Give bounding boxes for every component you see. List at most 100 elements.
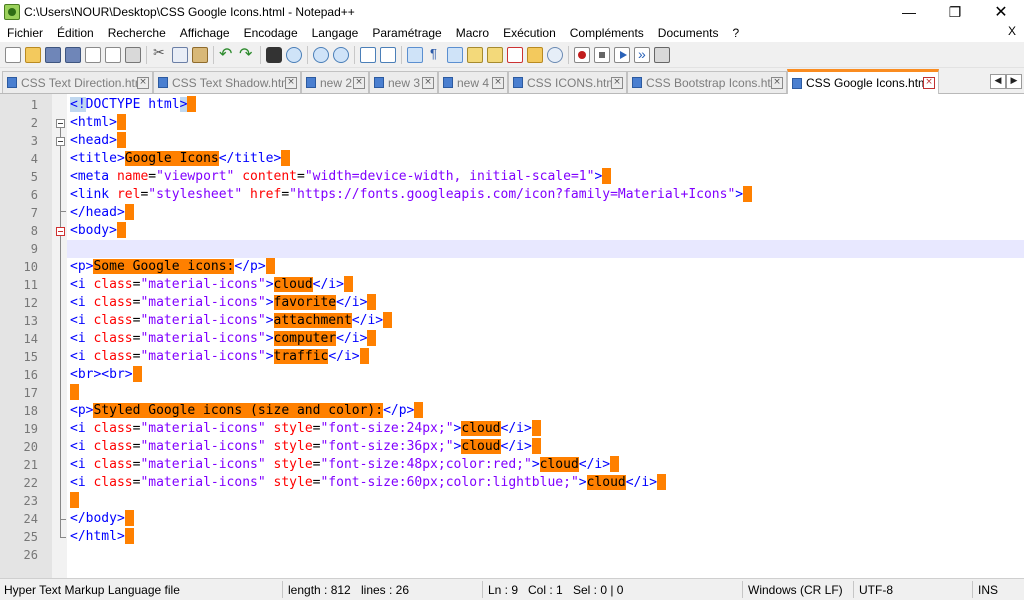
copy-icon[interactable] bbox=[172, 46, 188, 63]
open-file-icon[interactable] bbox=[25, 46, 41, 63]
save-icon[interactable] bbox=[45, 46, 61, 63]
close-icon[interactable] bbox=[85, 46, 101, 63]
menu-execution[interactable]: Exécution bbox=[496, 26, 563, 40]
tab-scroll-right-button[interactable]: ▶ bbox=[1006, 74, 1022, 89]
menu-langage[interactable]: Langage bbox=[305, 26, 366, 40]
find-icon[interactable] bbox=[266, 46, 282, 63]
status-language: Hyper Text Markup Language file bbox=[4, 583, 180, 597]
record-macro-icon[interactable] bbox=[574, 46, 590, 63]
code-line: <br><br> bbox=[67, 365, 1024, 384]
line-number: 5 bbox=[30, 170, 38, 184]
paste-icon[interactable] bbox=[192, 46, 208, 63]
menu-macro[interactable]: Macro bbox=[449, 26, 496, 40]
sync-vertical-icon[interactable] bbox=[360, 46, 376, 63]
tab-close-icon[interactable]: × bbox=[353, 76, 365, 89]
zoom-in-icon[interactable] bbox=[313, 46, 329, 63]
tab-close-icon[interactable]: × bbox=[771, 76, 783, 89]
word-wrap-icon[interactable] bbox=[407, 46, 423, 63]
replace-icon[interactable] bbox=[286, 46, 302, 63]
line-number: 10 bbox=[23, 260, 38, 274]
user-language-icon[interactable] bbox=[467, 46, 483, 63]
status-insert-mode: INS bbox=[978, 583, 999, 597]
editor[interactable]: 1 2 3 4 5 6 7 8 9 10 11 12 13 14 15 16 1… bbox=[0, 94, 1024, 578]
code-line: <i class="material-icons" style="font-si… bbox=[67, 473, 1024, 492]
close-document-button[interactable]: X bbox=[1008, 24, 1016, 38]
save-all-icon[interactable] bbox=[65, 46, 81, 63]
line-number: 1 bbox=[30, 98, 38, 112]
status-separator bbox=[742, 581, 743, 598]
tab-css-bootstrap-icons[interactable]: CSS Bootstrap Icons.html × bbox=[627, 71, 787, 93]
cut-icon[interactable] bbox=[152, 45, 168, 63]
folder-workspace-icon[interactable] bbox=[527, 46, 543, 63]
tab-close-icon[interactable]: × bbox=[422, 76, 434, 89]
menu-fichier[interactable]: Fichier bbox=[0, 26, 50, 40]
notepadpp-app-icon bbox=[4, 4, 20, 20]
line-number: 26 bbox=[23, 548, 38, 562]
menu-help[interactable]: ? bbox=[726, 26, 747, 40]
menu-edition[interactable]: Édition bbox=[50, 26, 101, 40]
line-number: 3 bbox=[30, 134, 38, 148]
tab-close-icon[interactable]: × bbox=[285, 76, 297, 89]
toolbar-separator bbox=[568, 45, 569, 64]
code-line: <p>Styled Google icons (size and color):… bbox=[67, 401, 1024, 420]
maximize-button[interactable]: ❐ bbox=[932, 0, 978, 24]
minimize-button[interactable]: — bbox=[886, 0, 932, 24]
line-number: 16 bbox=[23, 368, 38, 382]
code-area[interactable]: <!DOCTYPE html> <html> <head> <title>Goo… bbox=[67, 94, 1024, 578]
indent-guide-icon[interactable] bbox=[447, 46, 463, 63]
fold-guide bbox=[60, 537, 66, 538]
undo-icon[interactable] bbox=[219, 44, 235, 63]
save-macro-icon[interactable] bbox=[654, 46, 670, 63]
tab-new-2[interactable]: new 2 × bbox=[301, 71, 369, 93]
sync-horizontal-icon[interactable] bbox=[380, 46, 396, 63]
status-length: length : 812 bbox=[288, 583, 351, 597]
play-macro-icon[interactable] bbox=[614, 46, 630, 63]
code-line: <head> bbox=[67, 131, 1024, 150]
run-macro-multiple-icon[interactable] bbox=[634, 46, 650, 63]
show-all-chars-icon[interactable] bbox=[427, 46, 443, 63]
tab-close-icon[interactable]: × bbox=[137, 76, 149, 89]
monitoring-icon[interactable] bbox=[547, 46, 563, 63]
redo-icon[interactable] bbox=[239, 44, 255, 63]
code-line: </html> bbox=[67, 527, 1024, 546]
file-icon bbox=[632, 77, 642, 88]
code-line bbox=[67, 491, 1024, 510]
menu-documents[interactable]: Documents bbox=[651, 26, 726, 40]
menu-parametrage[interactable]: Paramétrage bbox=[365, 26, 448, 40]
tab-close-icon[interactable]: × bbox=[923, 77, 935, 89]
fold-toggle-icon[interactable] bbox=[56, 119, 65, 128]
fold-toggle-icon[interactable] bbox=[56, 137, 65, 146]
tab-css-text-direction[interactable]: CSS Text Direction.html × bbox=[2, 71, 153, 93]
close-window-button[interactable]: ✕ bbox=[978, 0, 1024, 24]
close-all-icon[interactable] bbox=[105, 46, 121, 63]
menu-encodage[interactable]: Encodage bbox=[237, 26, 305, 40]
new-file-icon[interactable] bbox=[5, 46, 21, 63]
status-col: Col : 1 bbox=[528, 583, 563, 597]
menu-recherche[interactable]: Recherche bbox=[101, 26, 173, 40]
file-icon bbox=[513, 77, 523, 88]
fold-toggle-icon[interactable] bbox=[56, 227, 65, 236]
tab-css-text-shadow[interactable]: CSS Text Shadow.html × bbox=[153, 71, 301, 93]
tab-new-3[interactable]: new 3 × bbox=[369, 71, 438, 93]
tab-scroll-left-button[interactable]: ◀ bbox=[990, 74, 1006, 89]
status-bar: Hyper Text Markup Language file length :… bbox=[0, 578, 1024, 600]
zoom-out-icon[interactable] bbox=[333, 46, 349, 63]
stop-macro-icon[interactable] bbox=[594, 46, 610, 63]
line-number: 25 bbox=[23, 530, 38, 544]
status-separator bbox=[282, 581, 283, 598]
line-number: 21 bbox=[23, 458, 38, 472]
tab-close-icon[interactable]: × bbox=[611, 76, 623, 89]
tab-css-icons[interactable]: CSS ICONS.html × bbox=[508, 71, 627, 93]
menu-affichage[interactable]: Affichage bbox=[173, 26, 237, 40]
tab-css-google-icons[interactable]: CSS Google Icons.html × bbox=[787, 69, 939, 94]
doc-map-icon[interactable] bbox=[487, 46, 503, 63]
toolbar bbox=[0, 42, 1024, 68]
menu-complements[interactable]: Compléments bbox=[563, 26, 651, 40]
print-icon[interactable] bbox=[125, 46, 141, 63]
toolbar-separator bbox=[401, 45, 402, 64]
tab-new-4[interactable]: new 4 × bbox=[438, 71, 508, 93]
function-list-icon[interactable] bbox=[507, 46, 523, 63]
tab-close-icon[interactable]: × bbox=[492, 76, 504, 89]
toolbar-separator bbox=[146, 45, 147, 64]
